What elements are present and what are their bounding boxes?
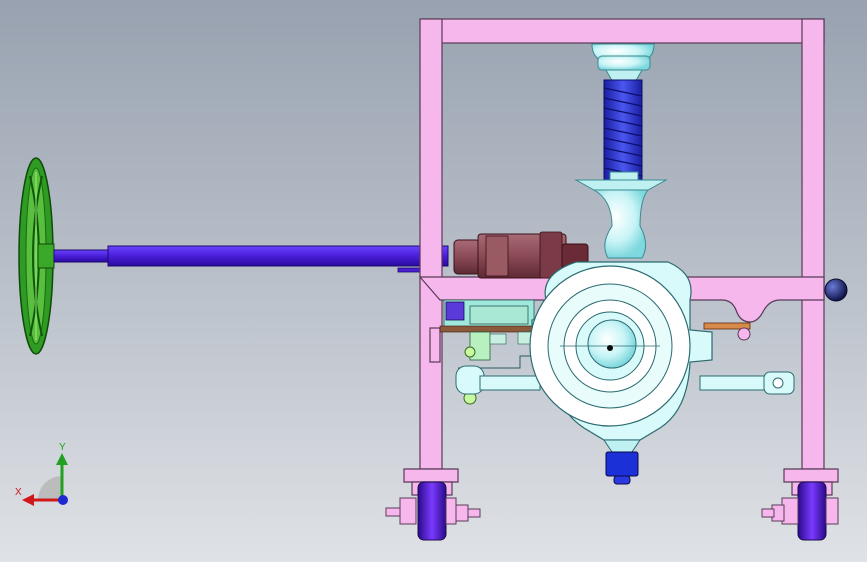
suspension-spring[interactable] xyxy=(574,43,668,259)
right-control-arm[interactable] xyxy=(699,322,795,395)
handwheel[interactable] xyxy=(18,157,55,355)
y-axis-arrowhead xyxy=(56,453,68,465)
steering-shaft[interactable] xyxy=(53,245,449,273)
coordinate-triad xyxy=(22,453,68,506)
x-axis-label: X xyxy=(15,487,22,498)
x-axis-arrowhead xyxy=(22,494,34,506)
ball-knob[interactable] xyxy=(824,278,848,302)
left-caster-wheel[interactable] xyxy=(385,481,481,541)
linkage-assembly[interactable] xyxy=(439,299,541,405)
z-axis-dot xyxy=(58,495,68,505)
main-housing[interactable] xyxy=(529,261,713,453)
bottom-actuator[interactable] xyxy=(605,451,639,485)
cad-viewport[interactable]: X Y xyxy=(0,0,867,562)
y-axis-label: Y xyxy=(59,442,66,453)
